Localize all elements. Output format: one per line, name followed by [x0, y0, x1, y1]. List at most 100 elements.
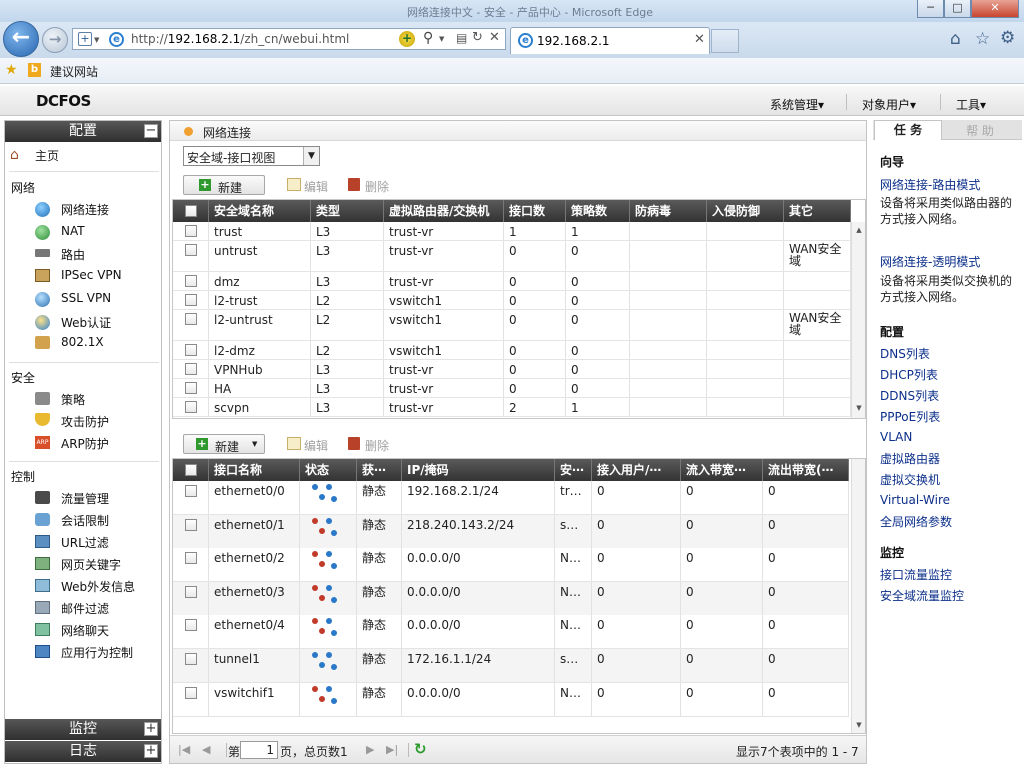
config-link-2[interactable]: DDNS列表: [880, 387, 939, 404]
row-checkbox[interactable]: [185, 485, 197, 497]
chevron-down-icon[interactable]: ▼: [303, 147, 319, 165]
row-checkbox[interactable]: [185, 619, 197, 631]
compat-view-icon[interactable]: +: [78, 32, 92, 46]
scroll-up-icon[interactable]: ▲: [852, 226, 866, 234]
row-checkbox[interactable]: [185, 401, 197, 413]
back-button[interactable]: ←: [3, 21, 39, 57]
zone-row[interactable]: untrust L3 trust-vr 0 0 WAN安全域: [173, 241, 851, 272]
zone-select-all-header[interactable]: [173, 200, 209, 222]
interface-col-out[interactable]: 流出带宽(⋯: [763, 459, 849, 481]
config-link-0[interactable]: DNS列表: [880, 345, 930, 362]
sidebar-item-ipsec-vpn[interactable]: IPSec VPN: [61, 268, 122, 282]
wizard-route-mode-link[interactable]: 网络连接-路由模式: [880, 176, 980, 193]
config-link-8[interactable]: 全局网络参数: [880, 513, 952, 530]
sidebar-item-network-connection[interactable]: 网络连接: [61, 201, 109, 218]
interface-row[interactable]: vswitchif1 静态 0.0.0.0/0 N… 0 0 0: [173, 683, 849, 717]
row-checkbox[interactable]: [185, 687, 197, 699]
zone-row[interactable]: l2-trust L2 vswitch1 0 0: [173, 291, 851, 310]
sidebar-item-home[interactable]: 主页: [35, 147, 59, 164]
interface-edit-button[interactable]: 编辑: [304, 437, 328, 454]
suggested-sites-link[interactable]: 建议网站: [50, 63, 98, 80]
interface-traffic-monitor-link[interactable]: 接口流量监控: [880, 566, 952, 583]
minimize-button[interactable]: ─: [917, 0, 944, 18]
sidebar-item-policy[interactable]: 策略: [61, 391, 85, 408]
zone-col-ifcount[interactable]: 接口数: [504, 200, 566, 222]
row-checkbox[interactable]: [185, 275, 197, 287]
config-link-7[interactable]: Virtual-Wire: [880, 493, 950, 507]
tab-help[interactable]: 帮 助: [947, 122, 1013, 139]
interface-row[interactable]: ethernet0/1 静态 218.240.143.2/24 s… 0 0 0: [173, 515, 849, 549]
tools-gear-icon[interactable]: ⚙: [1000, 28, 1015, 48]
zone-row[interactable]: trust L3 trust-vr 1 1: [173, 222, 851, 241]
tab-close-icon[interactable]: ✕: [694, 32, 705, 47]
config-link-5[interactable]: 虚拟路由器: [880, 450, 940, 467]
stop-icon[interactable]: ✕: [489, 30, 500, 45]
zone-col-name[interactable]: 安全域名称: [209, 200, 311, 222]
sidebar-item-app-control[interactable]: 应用行为控制: [61, 644, 133, 661]
row-checkbox[interactable]: [185, 586, 197, 598]
log-panel-header[interactable]: 日志 +: [5, 741, 161, 762]
config-panel-header[interactable]: 配置 −: [5, 121, 161, 142]
scroll-down-icon[interactable]: ▼: [852, 721, 866, 729]
first-page-icon[interactable]: |◀: [178, 743, 190, 756]
address-bar[interactable]: + ▼ e http://192.168.2.1/zh_cn/webui.htm…: [72, 28, 506, 50]
interface-col-name[interactable]: 接口名称: [209, 459, 300, 481]
zone-col-other[interactable]: 其它: [784, 200, 851, 222]
favorites-star-icon[interactable]: ☆: [975, 29, 990, 49]
sidebar-item-attack-defense[interactable]: 攻击防护: [61, 413, 109, 430]
interface-row[interactable]: ethernet0/2 静态 0.0.0.0/0 N… 0 0 0: [173, 548, 849, 582]
new-tab-button[interactable]: [711, 29, 739, 53]
row-checkbox[interactable]: [185, 313, 197, 325]
zone-new-button[interactable]: + 新建: [183, 175, 265, 195]
system-menu[interactable]: 系统管理▾: [770, 96, 824, 113]
zone-row[interactable]: scvpn L3 trust-vr 2 1: [173, 398, 851, 417]
collapse-config-icon[interactable]: −: [144, 124, 158, 138]
sidebar-item-network-chat[interactable]: 网络聊天: [61, 622, 109, 639]
prev-page-icon[interactable]: ◀: [202, 743, 210, 756]
zone-traffic-monitor-link[interactable]: 安全域流量监控: [880, 587, 964, 604]
zone-table-scrollbar[interactable]: ▲ ▼: [851, 222, 865, 418]
sidebar-item-ssl-vpn[interactable]: SSL VPN: [61, 291, 111, 305]
dropdown-arrow-icon[interactable]: ▼: [94, 36, 99, 44]
config-link-3[interactable]: PPPoE列表: [880, 408, 940, 425]
zone-col-policies[interactable]: 策略数: [566, 200, 630, 222]
wizard-transparent-mode-link[interactable]: 网络连接-透明模式: [880, 253, 980, 270]
home-icon[interactable]: ⌂: [950, 29, 961, 49]
search-icon[interactable]: ⚲: [423, 30, 433, 46]
zone-col-type[interactable]: 类型: [311, 200, 384, 222]
close-window-button[interactable]: ✕: [971, 0, 1019, 18]
sidebar-item-url-filter[interactable]: URL过滤: [61, 534, 109, 551]
refresh-icon[interactable]: ↻: [472, 30, 483, 45]
zone-col-antivirus[interactable]: 防病毒: [630, 200, 707, 222]
sidebar-item-route[interactable]: 路由: [61, 246, 85, 263]
tab-task[interactable]: 任 务: [874, 120, 942, 140]
refresh-icon[interactable]: ↻: [414, 740, 427, 758]
zone-row[interactable]: VPNHub L3 trust-vr 0 0: [173, 360, 851, 379]
page-number-input[interactable]: 1: [240, 741, 278, 759]
row-checkbox[interactable]: [185, 344, 197, 356]
interface-col-users[interactable]: 接入用户/⋯: [592, 459, 681, 481]
interface-col-status[interactable]: 状态: [300, 459, 357, 481]
scroll-down-icon[interactable]: ▼: [852, 404, 866, 412]
interface-select-all-header[interactable]: [173, 459, 209, 481]
row-checkbox[interactable]: [185, 225, 197, 237]
zone-col-ips[interactable]: 入侵防御: [707, 200, 784, 222]
sidebar-item-web-auth[interactable]: Web认证: [61, 314, 111, 331]
forward-button[interactable]: →: [42, 27, 68, 53]
interface-col-in[interactable]: 流入带宽⋯: [681, 459, 763, 481]
sidebar-item-web-keyword[interactable]: 网页关键字: [61, 556, 121, 573]
expand-monitor-icon[interactable]: +: [144, 722, 158, 736]
view-select[interactable]: 安全域-接口视图 ▼: [183, 146, 320, 166]
expand-log-icon[interactable]: +: [144, 744, 158, 758]
zone-delete-button[interactable]: 删除: [365, 178, 389, 195]
sidebar-item-arp-defense[interactable]: ARP防护: [61, 435, 109, 452]
interface-col-zone[interactable]: 安⋯: [555, 459, 592, 481]
row-checkbox[interactable]: [185, 363, 197, 375]
zone-row[interactable]: HA L3 trust-vr 0 0: [173, 379, 851, 398]
last-page-icon[interactable]: ▶|: [386, 743, 398, 756]
zone-row[interactable]: l2-dmz L2 vswitch1 0 0: [173, 341, 851, 360]
browser-tab[interactable]: e 192.168.2.1 ✕: [510, 27, 710, 54]
interface-table-scrollbar[interactable]: ▼: [851, 459, 865, 733]
config-link-1[interactable]: DHCP列表: [880, 366, 938, 383]
compat-icon[interactable]: ▤: [456, 31, 467, 45]
